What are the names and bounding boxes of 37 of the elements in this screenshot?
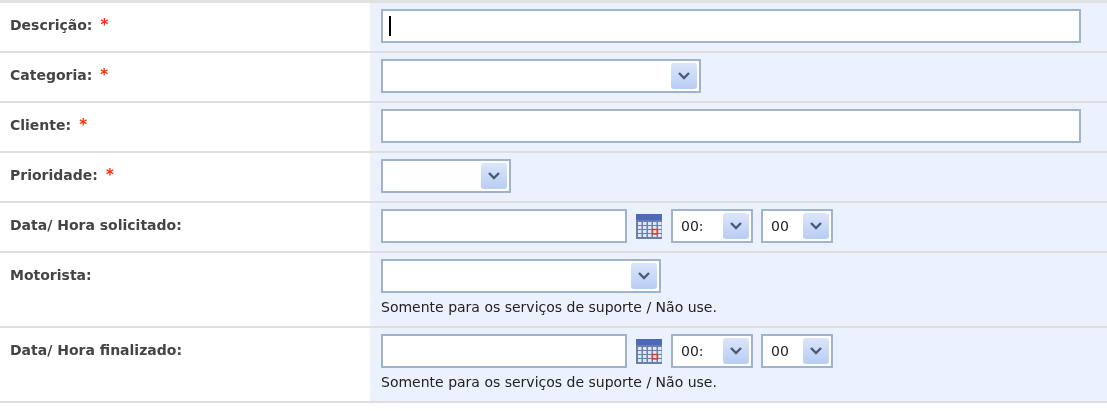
chevron-down-icon — [638, 272, 650, 280]
dropdown[interactable]: 00: — [671, 209, 753, 243]
field-label: Cliente: — [10, 117, 72, 133]
required-asterisk: * — [79, 116, 87, 134]
text-field[interactable] — [381, 9, 1081, 43]
field-label: Prioridade: — [10, 167, 98, 183]
field-label: Descrição: — [10, 17, 93, 33]
required-asterisk: * — [100, 16, 109, 34]
dropdown-button[interactable] — [803, 213, 829, 239]
chevron-down-icon — [678, 72, 690, 80]
dropdown[interactable]: 00: — [671, 334, 753, 368]
dropdown[interactable]: 00 — [761, 334, 833, 368]
field-label: Data/ Hora finalizado: — [10, 342, 182, 358]
chevron-down-icon — [810, 347, 822, 355]
required-asterisk: * — [100, 66, 109, 84]
hint-text: Somente para os serviços de suporte / Não use. — [381, 298, 718, 317]
calendar-icon[interactable] — [635, 212, 663, 240]
date-field[interactable] — [381, 209, 627, 243]
chevron-down-icon — [810, 222, 822, 230]
dropdown-button[interactable] — [671, 63, 697, 89]
dropdown-button[interactable] — [631, 263, 657, 289]
dropdown-button[interactable] — [481, 163, 507, 189]
calendar-icon[interactable] — [635, 337, 663, 365]
dropdown[interactable]: 00 — [761, 209, 833, 243]
text-field[interactable] — [381, 109, 1081, 143]
chevron-down-icon — [488, 172, 500, 180]
chevron-down-icon — [730, 222, 742, 230]
dropdown-button[interactable] — [803, 338, 829, 364]
required-asterisk: * — [105, 166, 114, 184]
field-label: Data/ Hora solicitado: — [10, 217, 182, 233]
field-label: Categoria: — [10, 67, 93, 83]
dropdown-button[interactable] — [723, 338, 749, 364]
hint-text: Somente para os serviços de suporte / Não use. — [381, 373, 718, 392]
chevron-down-icon — [730, 347, 742, 355]
date-field[interactable] — [381, 334, 627, 368]
dropdown-button[interactable] — [723, 213, 749, 239]
field-label: Motorista: — [10, 267, 92, 283]
